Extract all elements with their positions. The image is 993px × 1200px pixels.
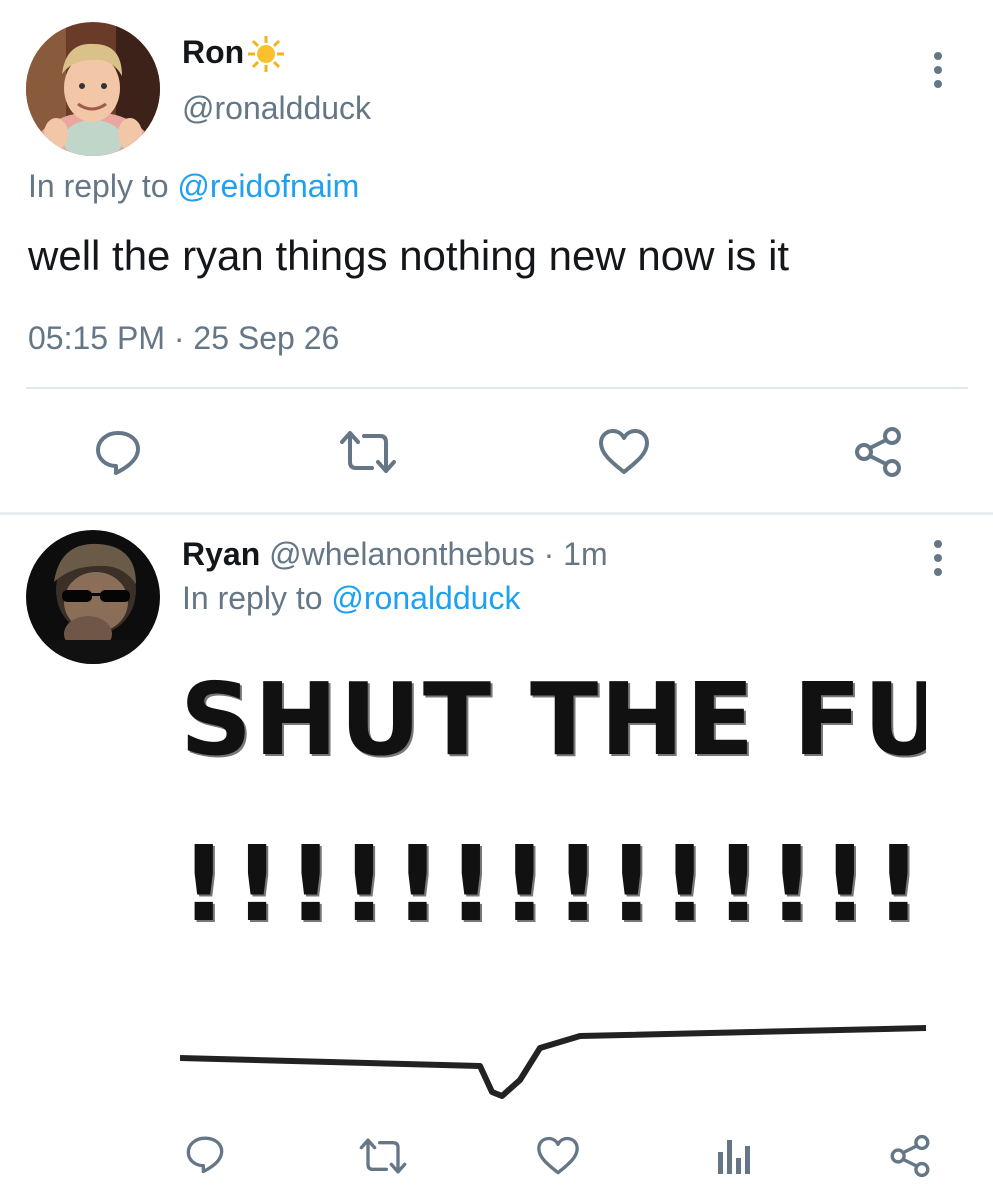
share-icon[interactable]	[888, 1134, 932, 1178]
like-icon[interactable]	[598, 428, 650, 476]
reply-icon[interactable]	[94, 428, 142, 476]
reply-context: In reply to @reidofnaim	[28, 168, 359, 205]
user-name[interactable]: Ron	[182, 34, 244, 71]
analytics-icon[interactable]	[716, 1136, 752, 1176]
retweet-icon[interactable]	[338, 428, 398, 476]
more-options-icon[interactable]	[934, 540, 942, 582]
more-options-icon[interactable]	[934, 52, 942, 94]
divider	[26, 387, 968, 389]
image-text-line1: SHUT THE FU	[180, 661, 926, 778]
tweet-separator	[0, 512, 993, 515]
sun-emoji-icon	[246, 34, 286, 74]
tweet-date: 25 Sep 26	[193, 320, 340, 356]
tweet-media-image[interactable]: SHUT THE FU !!!!!!!!!!!!!!!!!!!!	[180, 660, 926, 1110]
reply-prefix: In reply to	[28, 168, 169, 204]
user-handle[interactable]: @whelanonthebus	[269, 536, 535, 572]
reply-context: In reply to @ronaldduck	[182, 580, 520, 617]
user-name-text[interactable]: Ron	[182, 34, 244, 70]
tweet-timestamp[interactable]: 05:15 PM · 25 Sep 26	[28, 320, 339, 357]
reply-handle-link[interactable]: @reidofnaim	[177, 168, 359, 204]
tweet-header: Ryan @whelanonthebus · 1m	[182, 536, 608, 573]
user-handle[interactable]: @ronaldduck	[182, 90, 371, 127]
image-text-line2: !!!!!!!!!!!!!!!!!!!!	[180, 823, 926, 945]
avatar-ryan[interactable]	[26, 530, 160, 664]
avatar-ron[interactable]	[26, 22, 160, 156]
date-separator: ·	[173, 320, 185, 356]
like-icon[interactable]	[536, 1136, 580, 1176]
image-scribble-line	[180, 1025, 926, 1099]
tweet-time: 05:15 PM	[28, 320, 165, 356]
reply-icon[interactable]	[185, 1134, 225, 1174]
tweet-relative-time: · 1m	[543, 536, 608, 572]
user-name[interactable]: Ryan	[182, 536, 260, 572]
tweet-text: well the ryan things nothing new now is …	[28, 232, 790, 279]
reply-prefix: In reply to	[182, 580, 323, 616]
retweet-icon[interactable]	[358, 1136, 408, 1176]
reply-handle-link[interactable]: @ronaldduck	[331, 580, 520, 616]
share-icon[interactable]	[852, 426, 904, 478]
